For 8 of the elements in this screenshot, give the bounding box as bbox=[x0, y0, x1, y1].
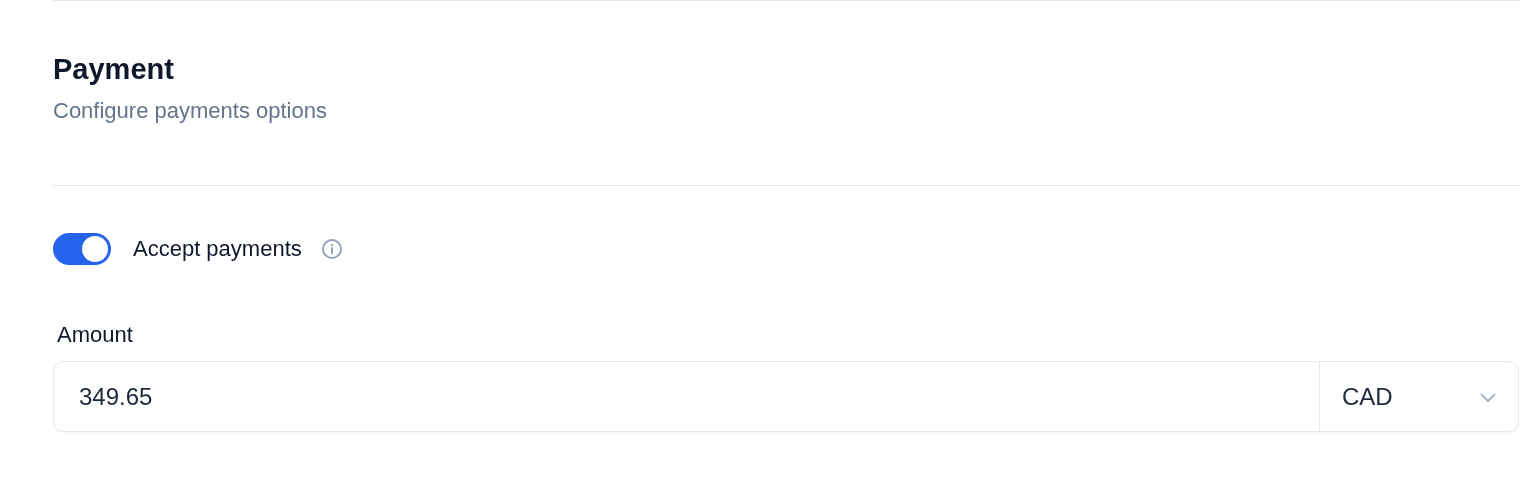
toggle-label: Accept payments bbox=[133, 236, 302, 262]
section-title: Payment bbox=[53, 52, 175, 87]
info-icon[interactable] bbox=[319, 237, 344, 261]
toggle-switch[interactable] bbox=[53, 233, 111, 265]
amount-field[interactable]: 349.65 CAD bbox=[53, 361, 1519, 432]
section-description: Configure payments options bbox=[53, 97, 328, 125]
currency-select[interactable]: CAD bbox=[1319, 362, 1518, 431]
field-label: Amount bbox=[57, 321, 133, 349]
